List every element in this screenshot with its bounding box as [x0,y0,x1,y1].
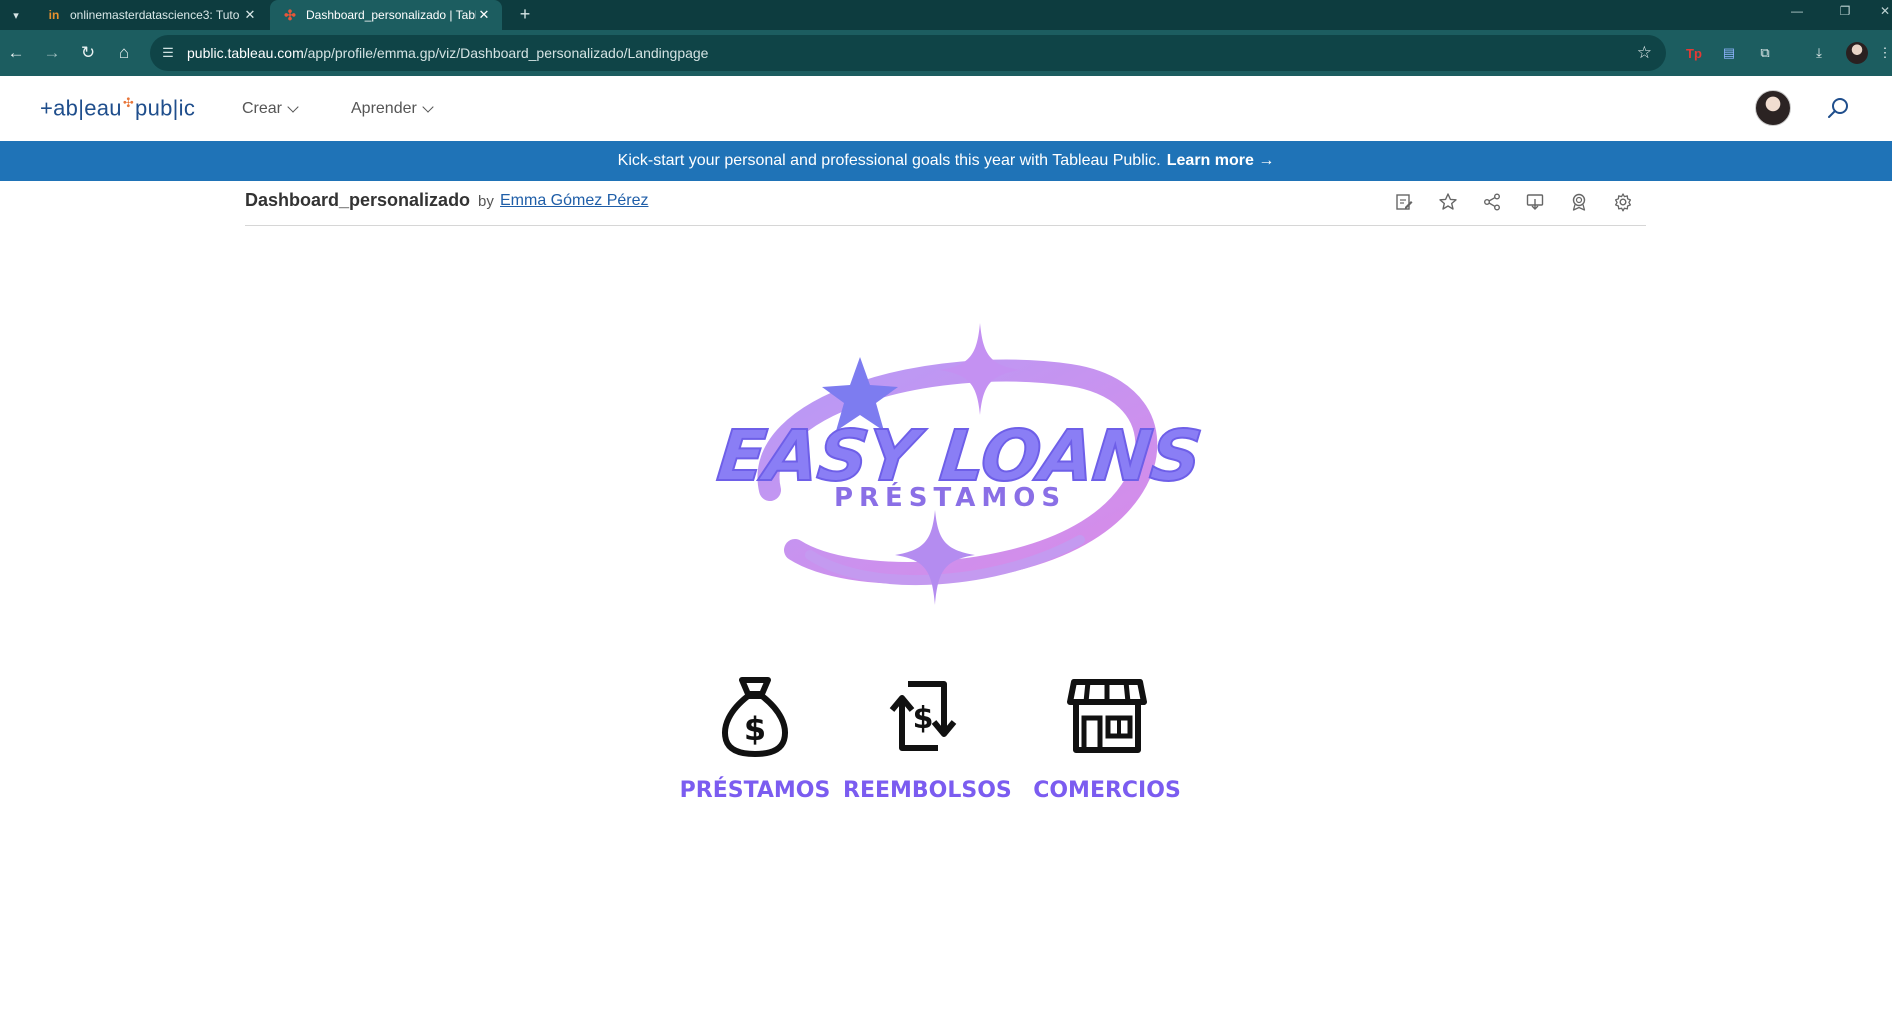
author-link[interactable]: Emma Gómez Pérez [500,192,648,210]
browser-tab-1[interactable]: in onlinemasterdatascience3: Tuto ✕ [34,0,268,30]
reload-icon[interactable]: ↻ [76,41,100,65]
url-text[interactable]: public.tableau.com/app/profile/emma.gp/v… [187,45,708,61]
banner-text: Kick-start your personal and professiona… [617,152,1161,169]
extension-doc-icon[interactable]: ▤ [1718,42,1740,64]
kebab-menu-icon[interactable]: ⋮ [1874,42,1892,64]
easy-loans-logo: EASY LOANS PRÉSTAMOS [700,315,1206,615]
viz-title: Dashboard_personalizado [245,190,471,210]
download-icon[interactable]: ⤓ [1808,42,1830,64]
menu-crear[interactable]: Crear [242,100,299,118]
nav-comercios[interactable]: COMERCIOS [1027,670,1187,803]
browser-tabstrip: ▾ in onlinemasterdatascience3: Tuto ✕ ✣ … [0,0,1892,30]
menu-label: Aprender [351,100,417,117]
tableau-header: +ab|eau✣pub|ic Crear Aprender [0,76,1892,141]
badge-icon[interactable] [1568,191,1590,213]
tab-favicon: ✣ [284,6,296,23]
refund-icon: $ [889,681,957,751]
nav-prestamos[interactable]: $ PRÉSTAMOS [675,670,835,803]
back-icon[interactable]: ← [4,41,28,65]
browser-profile-avatar[interactable] [1846,42,1868,64]
home-icon[interactable]: ⌂ [112,41,136,65]
tab-title: onlinemasterdatascience3: Tuto [70,8,240,22]
star-icon[interactable] [1437,191,1459,213]
edit-icon[interactable] [1393,191,1415,213]
bookmark-star-icon[interactable]: ☆ [1637,43,1652,63]
tab-title: Dashboard_personalizado | Tabl [306,8,476,22]
category-label: PRÉSTAMOS [679,778,831,803]
category-label: COMERCIOS [1033,778,1181,803]
gear-icon[interactable] [1612,191,1634,213]
chevron-down-icon [422,101,434,113]
new-tab-icon[interactable]: + [514,3,536,25]
forward-icon[interactable]: → [40,41,64,65]
money-bag-icon: $ [722,677,788,757]
download-icon[interactable] [1524,191,1546,213]
extension-tp-icon[interactable]: Tp [1683,42,1705,64]
browser-toolbar: ← → ↻ ⌂ ☰ public.tableau.com/app/profile… [0,30,1892,76]
logo-subtitle: PRÉSTAMOS [833,483,1067,513]
tab-favicon: in [48,8,60,22]
nav-reembolsos[interactable]: $ REEMBOLSOS [843,670,1012,803]
learn-more-link[interactable]: Learn more → [1167,152,1275,170]
search-icon[interactable] [1826,96,1850,120]
svg-text:$: $ [913,701,934,736]
store-icon [1067,679,1147,753]
user-avatar[interactable] [1755,90,1791,126]
menu-label: Crear [242,100,283,117]
browser-tab-2-active[interactable]: ✣ Dashboard_personalizado | Tabl ✕ [270,0,502,30]
address-bar[interactable]: ☰ public.tableau.com/app/profile/emma.gp… [150,35,1666,71]
share-icon[interactable] [1481,191,1503,213]
site-info-icon[interactable]: ☰ [158,43,178,63]
window-close-icon[interactable]: ✕ [1870,4,1892,18]
minimize-icon[interactable]: — [1782,4,1812,18]
restore-icon[interactable]: ❐ [1830,4,1860,18]
viz-title-bar: Dashboard_personalizado by Emma Gómez Pé… [245,190,1646,226]
close-icon[interactable]: ✕ [242,7,258,23]
viz-by-label: by [478,193,494,210]
svg-text:$: $ [744,710,766,748]
puzzle-icon[interactable]: ⧉ [1754,42,1776,64]
category-label: REEMBOLSOS [843,778,1012,803]
chevron-down-icon [287,101,299,113]
close-icon[interactable]: ✕ [476,7,492,23]
menu-aprender[interactable]: Aprender [351,100,434,118]
promo-banner: Kick-start your personal and professiona… [0,141,1892,181]
tab-search-icon[interactable]: ▾ [6,5,26,25]
tableau-public-logo[interactable]: +ab|eau✣pub|ic [40,95,195,121]
